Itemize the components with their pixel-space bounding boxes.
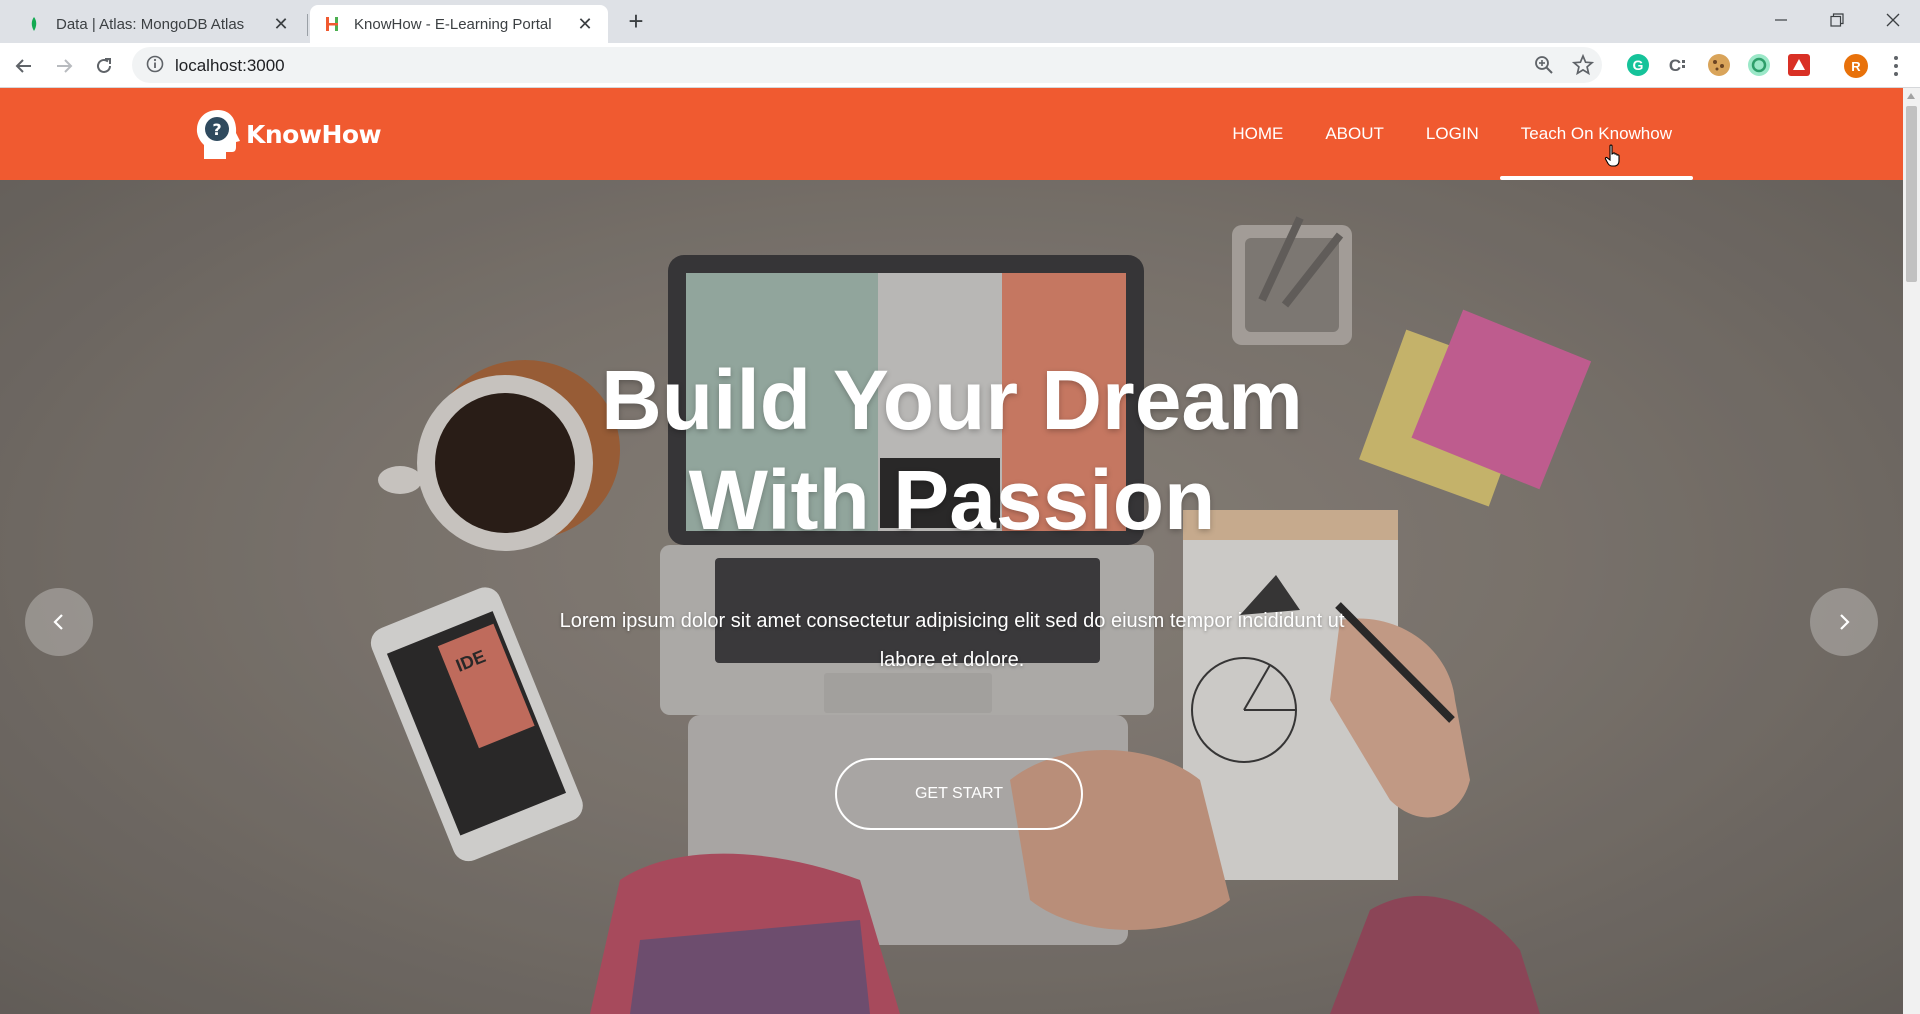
- cookie-extension-icon[interactable]: [1708, 54, 1730, 76]
- tab-close-icon[interactable]: ✕: [576, 14, 594, 35]
- restore-icon: [1830, 13, 1844, 27]
- browser-tab-strip: Data | Atlas: MongoDB Atlas ✕ KnowHow - …: [0, 0, 1920, 43]
- reload-button[interactable]: [90, 52, 118, 80]
- extension-c-icon[interactable]: C: [1667, 54, 1689, 76]
- restore-button[interactable]: [1814, 0, 1860, 40]
- url-text[interactable]: localhost:3000: [175, 56, 285, 76]
- scrollbar-thumb[interactable]: [1906, 106, 1917, 282]
- new-tab-button[interactable]: +: [622, 8, 650, 36]
- carousel-prev-button[interactable]: [25, 588, 93, 656]
- hero-slider: IDE Build Your Dream With Passion Lorem …: [0, 180, 1903, 1014]
- tab-title: Data | Atlas: MongoDB Atlas: [56, 15, 245, 33]
- tab-separator: [307, 14, 308, 36]
- mongodb-leaf-icon: [31, 17, 37, 31]
- site-logo[interactable]: ? KnowHow: [192, 106, 382, 162]
- reload-icon: [97, 58, 111, 73]
- svg-text:?: ?: [212, 120, 221, 139]
- carousel-next-button[interactable]: [1810, 588, 1878, 656]
- browser-menu-icon[interactable]: [1886, 54, 1906, 78]
- info-icon[interactable]: [146, 55, 164, 73]
- browser-toolbar: localhost:3000 G C R: [0, 43, 1920, 88]
- head-question-logo-icon: ?: [196, 110, 240, 159]
- tab-close-icon[interactable]: ✕: [272, 14, 290, 35]
- hand-pointer-cursor-icon: [1604, 144, 1620, 167]
- svg-text:G: G: [1633, 57, 1644, 73]
- hero-overlay: [0, 180, 1903, 1014]
- nav-home[interactable]: HOME: [1211, 88, 1304, 180]
- page-viewport: ? KnowHow HOME ABOUT LOGIN Teach On Know…: [0, 88, 1903, 1014]
- extension-red-icon[interactable]: [1788, 54, 1810, 76]
- nav-teach-on-knowhow[interactable]: Teach On Knowhow: [1499, 88, 1694, 180]
- svg-text:C: C: [1669, 56, 1681, 75]
- extension-ring-icon[interactable]: [1748, 54, 1770, 76]
- profile-avatar[interactable]: R: [1844, 54, 1868, 78]
- address-bar[interactable]: localhost:3000: [132, 47, 1602, 83]
- arrow-right-icon: [57, 59, 73, 73]
- page-scrollbar[interactable]: [1903, 88, 1920, 1014]
- minimize-icon: [1775, 19, 1787, 21]
- hero-subtitle: Lorem ipsum dolor sit amet consectetur a…: [559, 610, 1345, 671]
- site-navbar: ? KnowHow HOME ABOUT LOGIN Teach On Know…: [0, 88, 1903, 180]
- tab-title: KnowHow - E-Learning Portal: [354, 15, 552, 33]
- scroll-up-arrow-icon[interactable]: [1907, 93, 1915, 99]
- arrow-left-icon: [15, 59, 31, 73]
- hero-title-line-1: Build Your Dream: [601, 353, 1303, 447]
- forward-button[interactable]: [50, 52, 78, 80]
- nav-about[interactable]: ABOUT: [1304, 88, 1405, 180]
- hero-title-line-2: With Passion: [688, 453, 1216, 547]
- brand-name: KnowHow: [246, 119, 382, 149]
- minimize-button[interactable]: [1758, 0, 1804, 40]
- tab-mongodb-atlas[interactable]: Data | Atlas: MongoDB Atlas ✕: [12, 5, 304, 43]
- grammarly-extension-icon[interactable]: G: [1627, 54, 1649, 76]
- back-button[interactable]: [10, 52, 38, 80]
- tab-knowhow[interactable]: KnowHow - E-Learning Portal ✕: [310, 5, 608, 43]
- nav-login[interactable]: LOGIN: [1405, 88, 1500, 180]
- close-icon: [1886, 13, 1900, 27]
- knowhow-h-icon: [326, 17, 338, 31]
- hero-title: Build Your Dream With Passion: [452, 350, 1452, 550]
- window-close-button[interactable]: [1870, 0, 1916, 40]
- get-start-button[interactable]: GET START: [835, 758, 1083, 830]
- chevron-right-icon: [1840, 614, 1850, 630]
- bookmark-star-icon[interactable]: [1572, 54, 1594, 76]
- chevron-left-icon: [53, 614, 63, 630]
- zoom-icon[interactable]: [1534, 55, 1554, 75]
